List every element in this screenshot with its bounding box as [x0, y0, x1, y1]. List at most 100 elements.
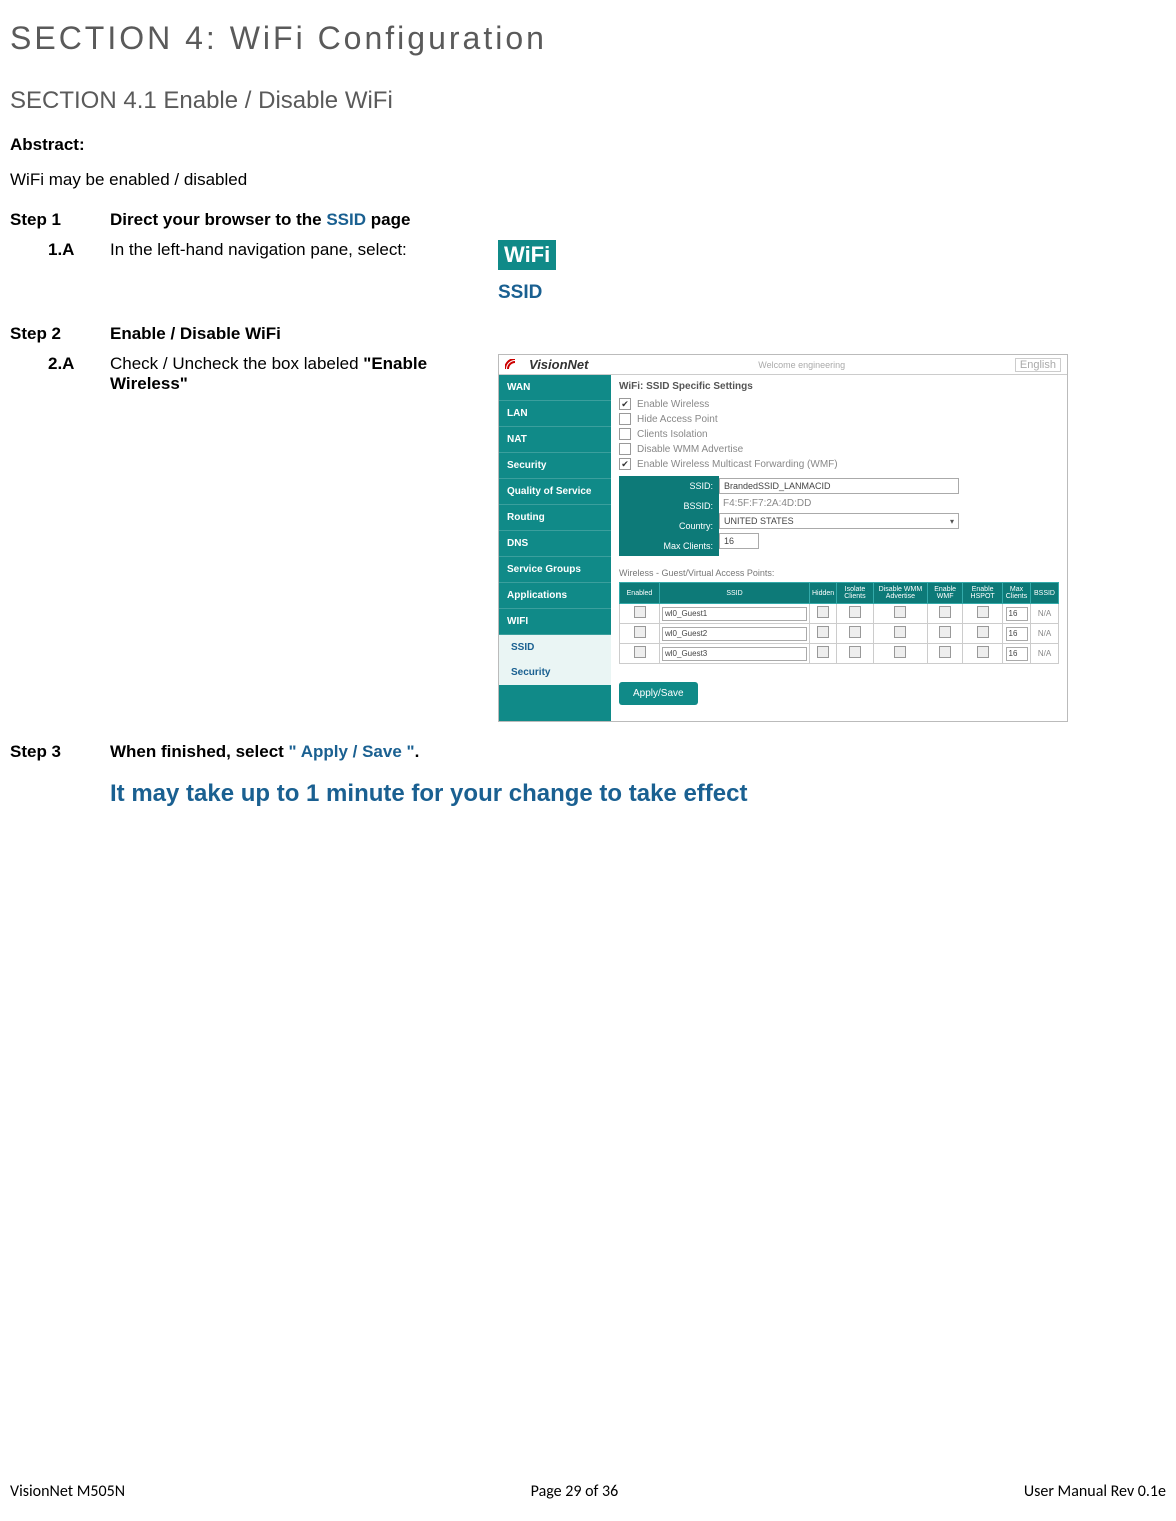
nav-dns[interactable]: DNS: [499, 531, 611, 557]
enable-wmf-label: Enable Wireless Multicast Forwarding (WM…: [637, 459, 838, 470]
row2-max-input[interactable]: 16: [1006, 627, 1028, 641]
row3-wmm-checkbox[interactable]: [894, 646, 906, 658]
row1-hidden-checkbox[interactable]: [817, 606, 829, 618]
router-screenshot: VisionNet Welcome engineering English WA…: [498, 354, 1068, 722]
brand-icon: [505, 359, 525, 371]
country-select[interactable]: UNITED STATES: [719, 513, 959, 529]
abstract-text: WiFi may be enabled / disabled: [10, 170, 1166, 190]
nav-applications[interactable]: Applications: [499, 583, 611, 609]
footer-right: User Manual Rev 0.1e: [1024, 1482, 1166, 1501]
nav-nat[interactable]: NAT: [499, 427, 611, 453]
brand-text: VisionNet: [529, 357, 588, 372]
row3-hspot-checkbox[interactable]: [977, 646, 989, 658]
disable-wmm-label: Disable WMM Advertise: [637, 444, 743, 455]
hide-ap-label: Hide Access Point: [637, 414, 718, 425]
enable-wireless-label: Enable Wireless: [637, 399, 709, 410]
step1-ssid-link: SSID: [326, 210, 366, 229]
row2-wmf-checkbox[interactable]: [939, 626, 951, 638]
subnav-ssid[interactable]: SSID: [499, 635, 611, 660]
ssid-sub-label: SSID: [498, 282, 556, 304]
ssid-input[interactable]: BrandedSSID_LANMACID: [719, 478, 959, 494]
row1-hspot-checkbox[interactable]: [977, 606, 989, 618]
nav-routing[interactable]: Routing: [499, 505, 611, 531]
country-field-label: Country:: [619, 516, 719, 536]
step2a-text: Check / Uncheck the box labeled "Enable …: [110, 354, 490, 722]
row1-bssid: N/A: [1031, 604, 1059, 624]
table-row: wl0_Guest2 16 N/A: [620, 624, 1059, 644]
ssid-field-label: SSID:: [619, 476, 719, 496]
subsection-title: SECTION 4.1 Enable / Disable WiFi: [10, 87, 1166, 115]
effect-note: It may take up to 1 minute for your chan…: [110, 780, 1166, 808]
row2-bssid: N/A: [1031, 624, 1059, 644]
brand-logo: VisionNet: [505, 357, 588, 372]
clients-isolation-label: Clients Isolation: [637, 429, 708, 440]
step3-apply-link: " Apply / Save ": [289, 742, 415, 761]
table-row: wl0_Guest1 16 N/A: [620, 604, 1059, 624]
row1-ssid-input[interactable]: wl0_Guest1: [662, 607, 807, 621]
row1-wmm-checkbox[interactable]: [894, 606, 906, 618]
row3-ssid-input[interactable]: wl0_Guest3: [662, 647, 807, 661]
bssid-value: F4:5F:F7:2A:4D:DD: [719, 498, 811, 509]
nav-qos[interactable]: Quality of Service: [499, 479, 611, 505]
subnav-security[interactable]: Security: [499, 660, 611, 685]
row1-max-input[interactable]: 16: [1006, 607, 1028, 621]
col-ssid: SSID: [660, 583, 810, 604]
enable-wireless-checkbox[interactable]: [619, 398, 631, 410]
col-enable-hspot: Enable HSPOT: [963, 583, 1003, 604]
row1-wmf-checkbox[interactable]: [939, 606, 951, 618]
row3-wmf-checkbox[interactable]: [939, 646, 951, 658]
col-enabled: Enabled: [620, 583, 660, 604]
step3-text-a: When finished, select: [110, 742, 289, 761]
language-selector[interactable]: English: [1015, 358, 1061, 372]
step1-text: Direct your browser to the SSID page: [110, 210, 1166, 230]
step1a-text: In the left-hand navigation pane, select…: [110, 240, 490, 304]
main-title: WiFi: SSID Specific Settings: [619, 381, 1059, 392]
vap-table: Enabled SSID Hidden Isolate Clients Disa…: [619, 582, 1059, 664]
step2a-text-a: Check / Uncheck the box labeled: [110, 354, 363, 373]
footer-left: VisionNet M505N: [10, 1482, 125, 1501]
step1-text-b: page: [366, 210, 410, 229]
maxclients-input[interactable]: 16: [719, 533, 759, 549]
main-panel: WiFi: SSID Specific Settings Enable Wire…: [611, 375, 1067, 721]
bssid-field-label: BSSID:: [619, 496, 719, 516]
row2-ssid-input[interactable]: wl0_Guest2: [662, 627, 807, 641]
row1-isolate-checkbox[interactable]: [849, 606, 861, 618]
nav-wan[interactable]: WAN: [499, 375, 611, 401]
country-value: UNITED STATES: [724, 516, 794, 526]
nav-service-groups[interactable]: Service Groups: [499, 557, 611, 583]
row2-isolate-checkbox[interactable]: [849, 626, 861, 638]
hide-ap-checkbox[interactable]: [619, 413, 631, 425]
col-isolate: Isolate Clients: [837, 583, 874, 604]
vap-title: Wireless - Guest/Virtual Access Points:: [619, 568, 1059, 578]
row2-enabled-checkbox[interactable]: [634, 626, 646, 638]
row2-hspot-checkbox[interactable]: [977, 626, 989, 638]
col-hidden: Hidden: [810, 583, 837, 604]
step3-text-b: .: [415, 742, 420, 761]
welcome-text: Welcome engineering: [758, 360, 845, 370]
row1-enabled-checkbox[interactable]: [634, 606, 646, 618]
row3-hidden-checkbox[interactable]: [817, 646, 829, 658]
disable-wmm-checkbox[interactable]: [619, 443, 631, 455]
row3-enabled-checkbox[interactable]: [634, 646, 646, 658]
row2-wmm-checkbox[interactable]: [894, 626, 906, 638]
nav-wifi[interactable]: WIFI: [499, 609, 611, 635]
maxclients-field-label: Max Clients:: [619, 536, 719, 556]
col-enable-wmf: Enable WMF: [928, 583, 963, 604]
step3-label: Step 3: [10, 742, 110, 762]
col-max: Max Clients: [1003, 583, 1031, 604]
row2-hidden-checkbox[interactable]: [817, 626, 829, 638]
col-disable-wmm: Disable WMM Advertise: [873, 583, 927, 604]
row3-max-input[interactable]: 16: [1006, 647, 1028, 661]
table-row: wl0_Guest3 16 N/A: [620, 644, 1059, 664]
clients-isolation-checkbox[interactable]: [619, 428, 631, 440]
nav-lan[interactable]: LAN: [499, 401, 611, 427]
nav-security[interactable]: Security: [499, 453, 611, 479]
row3-isolate-checkbox[interactable]: [849, 646, 861, 658]
step3-text: When finished, select " Apply / Save ".: [110, 742, 1166, 762]
enable-wmf-checkbox[interactable]: [619, 458, 631, 470]
wifi-badge: WiFi: [498, 240, 556, 270]
side-nav: WAN LAN NAT Security Quality of Service …: [499, 375, 611, 721]
apply-save-button[interactable]: Apply/Save: [619, 682, 698, 705]
step1a-label: 1.A: [48, 240, 110, 304]
col-bssid: BSSID: [1031, 583, 1059, 604]
